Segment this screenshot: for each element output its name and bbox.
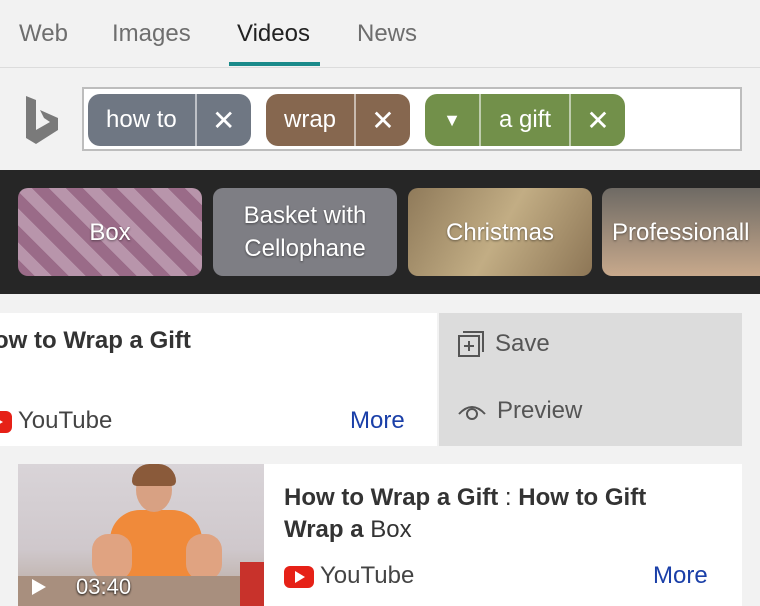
tab-videos[interactable]: Videos [237, 20, 310, 48]
filter-christmas[interactable]: Christmas [408, 188, 592, 276]
preview-button[interactable]: Preview [457, 397, 582, 425]
video-result-card[interactable]: ow to Wrap a Gift YouTube More [0, 313, 437, 446]
video-result-card[interactable]: 03:40 How to Wrap a Gift : How to Gift W… [18, 464, 742, 606]
search-row: how to ✕ wrap ✕ ▼ a gift ✕ [0, 69, 760, 170]
chip-label: wrap [284, 106, 337, 133]
save-label: Save [495, 330, 550, 357]
youtube-icon [0, 411, 12, 433]
filter-box[interactable]: Box [18, 188, 202, 276]
filter-professional[interactable]: Professionall [602, 188, 760, 276]
filter-basket-with-cellophane[interactable]: Basket with Cellophane [213, 188, 397, 276]
video-duration: 03:40 [76, 574, 132, 599]
tab-news[interactable]: News [357, 20, 417, 48]
chevron-down-icon[interactable]: ▼ [425, 94, 479, 146]
vertical-tabs: Web Images Videos News [0, 0, 760, 68]
remove-chip-icon[interactable]: ✕ [197, 94, 251, 146]
video-thumbnail[interactable]: 03:40 [18, 464, 264, 606]
chip-label: how to [106, 106, 177, 133]
tab-web[interactable]: Web [19, 20, 68, 48]
remove-chip-icon[interactable]: ✕ [571, 94, 625, 146]
add-to-collection-icon [458, 331, 484, 357]
save-button[interactable]: Save [457, 330, 550, 358]
more-link[interactable]: More [350, 407, 405, 435]
remove-chip-icon[interactable]: ✕ [356, 94, 410, 146]
search-box[interactable]: how to ✕ wrap ✕ ▼ a gift ✕ [82, 87, 742, 151]
play-icon [32, 579, 46, 595]
tab-images[interactable]: Images [112, 20, 191, 48]
duration-overlay: 03:40 [18, 568, 264, 606]
preview-label: Preview [497, 397, 583, 424]
result-source: YouTube [320, 562, 415, 589]
chip-label: a gift [499, 106, 552, 133]
result-title[interactable]: How to Wrap a Gift : How to Gift Wrap a … [284, 482, 724, 546]
result-source: YouTube [18, 407, 113, 434]
related-filters-strip: Box Basket with Cellophane Christmas Pro… [0, 170, 760, 294]
eye-icon [458, 406, 486, 420]
youtube-icon [284, 566, 314, 588]
bing-logo-icon[interactable] [22, 94, 62, 146]
query-chip-a-gift[interactable]: ▼ a gift ✕ [425, 94, 626, 146]
result-title[interactable]: ow to Wrap a Gift [0, 327, 191, 355]
more-link[interactable]: More [653, 562, 708, 590]
query-chip-wrap[interactable]: wrap ✕ [266, 94, 411, 146]
query-chip-how-to[interactable]: how to ✕ [88, 94, 251, 146]
active-tab-indicator [229, 62, 320, 66]
result-actions-panel: Save Preview [439, 313, 742, 446]
